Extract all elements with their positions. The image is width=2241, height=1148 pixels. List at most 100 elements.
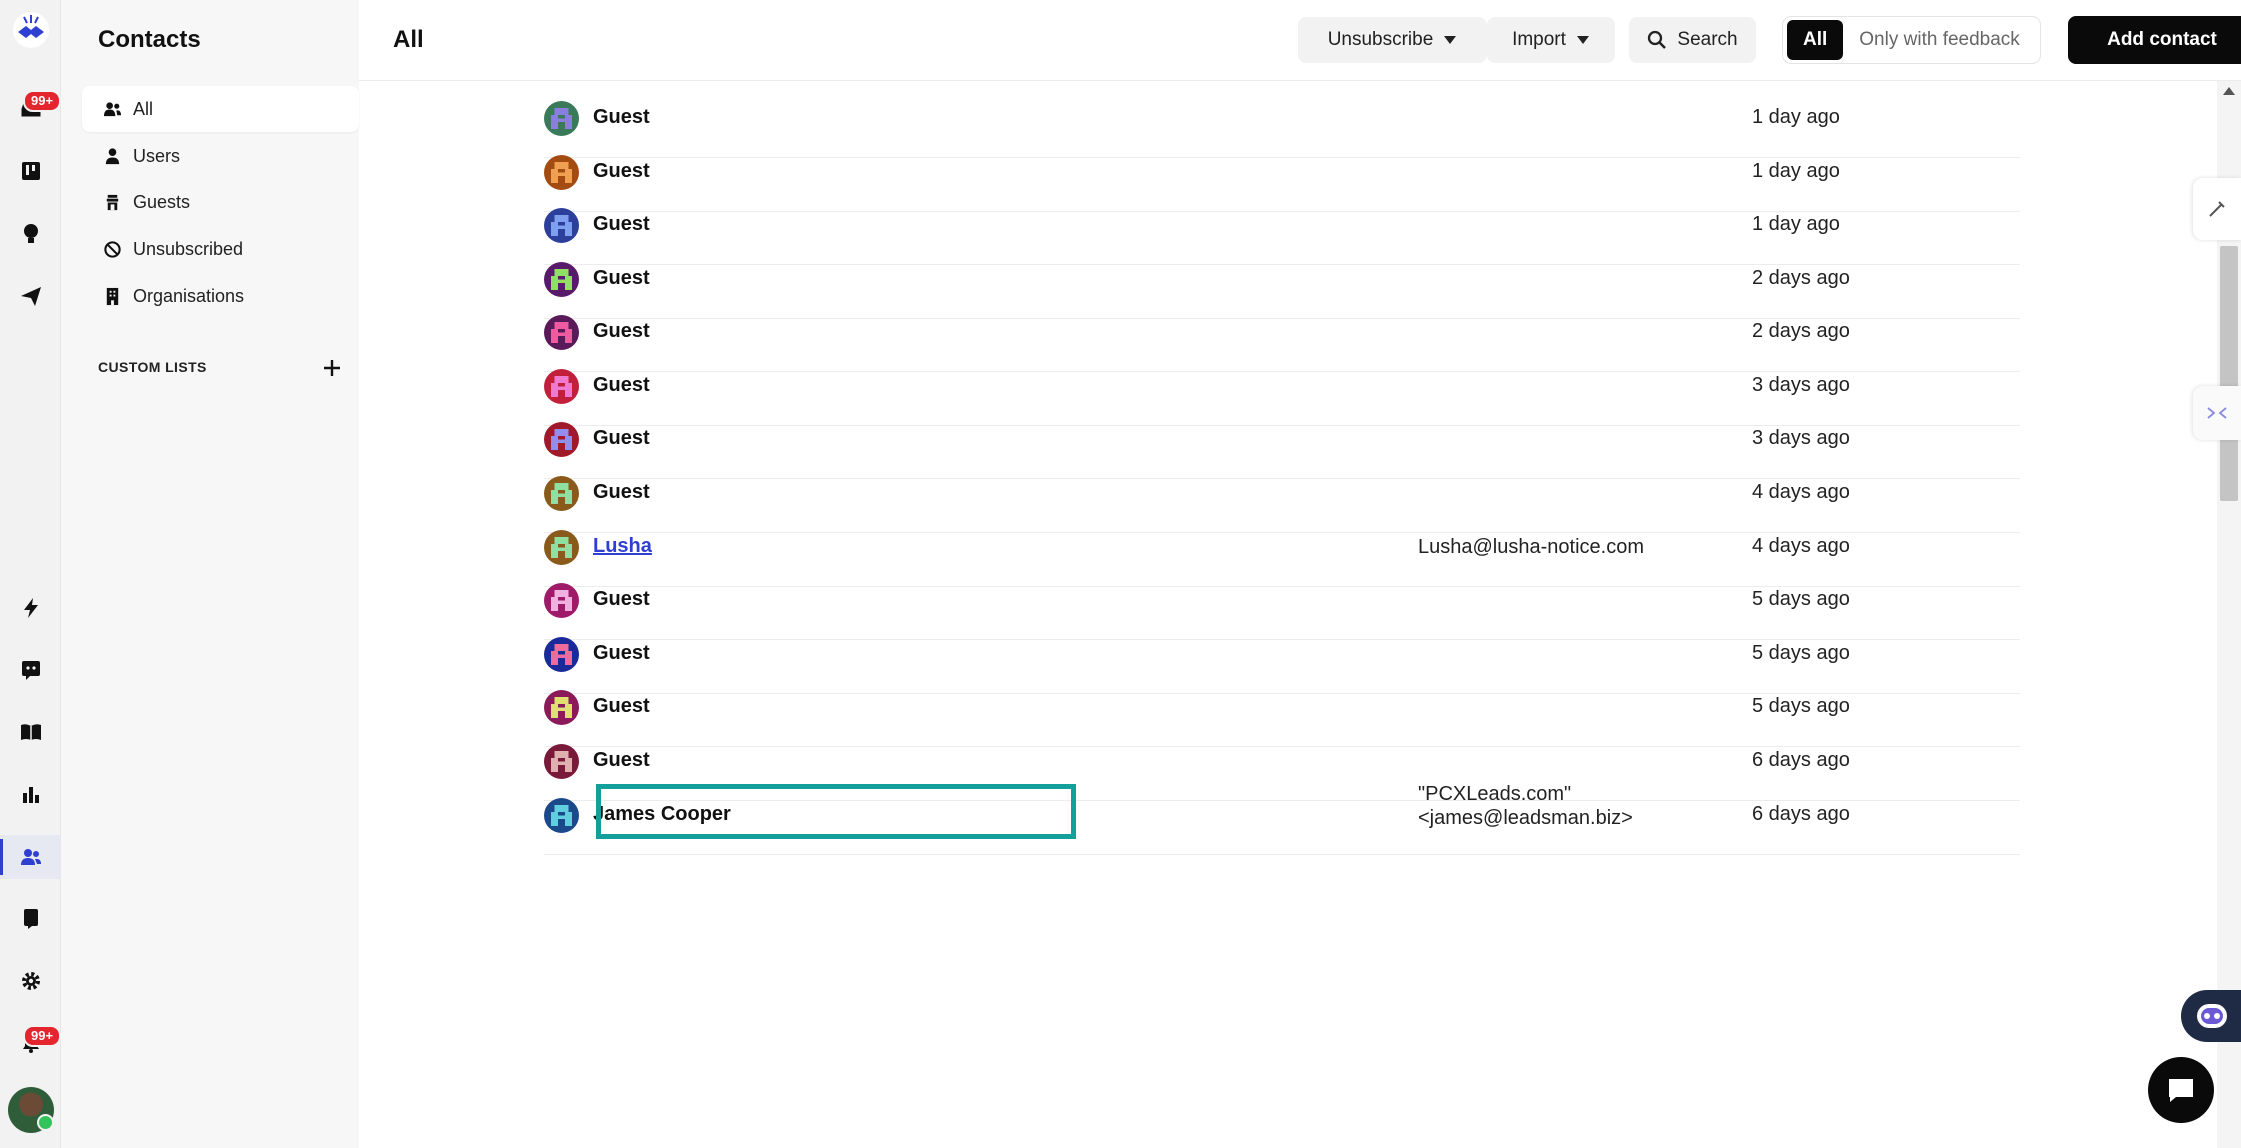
contact-last-seen: 3 days ago	[1752, 374, 1850, 396]
contact-last-seen: 5 days ago	[1752, 695, 1850, 717]
notifications-badge: 99+	[23, 1025, 62, 1047]
contact-name: Guest	[593, 267, 650, 289]
identicon-icon	[544, 744, 579, 779]
contact-avatar	[544, 690, 579, 725]
contact-avatar	[544, 476, 579, 511]
collapse-icon	[2207, 407, 2227, 419]
building-icon	[106, 287, 119, 305]
search-button[interactable]: Search	[1629, 17, 1756, 63]
sidebar-item-label: Users	[133, 145, 181, 166]
custom-lists-heading: CUSTOM LISTS	[98, 359, 207, 375]
chat-icon	[2169, 1079, 2193, 1102]
identicon-icon	[544, 476, 579, 511]
gear-icon[interactable]	[0, 959, 61, 1003]
identicon-icon	[544, 208, 579, 243]
sidebar-item-users[interactable]: Users	[82, 133, 359, 179]
assistant-bot-button[interactable]	[2181, 990, 2241, 1042]
send-icon[interactable]	[0, 274, 61, 318]
unsubscribe-dropdown-button[interactable]: Unsubscribe	[1298, 17, 1487, 63]
chat-bot-icon[interactable]	[0, 648, 61, 692]
contact-avatar	[544, 637, 579, 672]
search-label: Search	[1677, 29, 1738, 50]
contact-last-seen: 4 days ago	[1752, 481, 1850, 503]
import-dropdown-button[interactable]: Import	[1487, 17, 1615, 63]
add-contact-button[interactable]: Add contact	[2068, 16, 2241, 64]
pen-icon	[2209, 201, 2225, 217]
sidebar-item-label: Unsubscribed	[133, 238, 244, 259]
contact-avatar	[544, 262, 579, 297]
contact-name: Guest	[593, 320, 650, 342]
contact-email: "PCXLeads.com" <james@leadsman.biz>	[1418, 783, 1633, 829]
feedback-filter-toggle: All Only with feedback	[1782, 16, 2041, 64]
scroll-thumb[interactable]	[2220, 246, 2238, 501]
contact-last-seen: 1 day ago	[1752, 213, 1840, 235]
contact-last-seen: 1 day ago	[1752, 106, 1840, 128]
chart-icon[interactable]	[0, 772, 61, 816]
page-title: All	[393, 26, 424, 53]
sidebar-item-label: Organisations	[133, 285, 245, 306]
board-icon[interactable]	[0, 149, 61, 193]
sidebar-item-all[interactable]: All	[82, 86, 359, 132]
contact-avatar	[544, 583, 579, 618]
contact-name: Guest	[593, 749, 650, 771]
sidebar-item-unsubscribed[interactable]: Unsubscribed	[82, 226, 359, 272]
plus-icon	[324, 360, 340, 376]
contact-avatar	[544, 798, 579, 833]
identicon-icon	[544, 422, 579, 457]
contact-name-link[interactable]: Lusha	[593, 535, 652, 558]
inbox-badge: 99+	[23, 90, 62, 112]
contact-name: Guest	[593, 213, 650, 235]
caret-down-icon	[1576, 36, 1589, 44]
contact-avatar	[544, 315, 579, 350]
filter-all-button[interactable]: All	[1787, 20, 1844, 60]
contact-last-seen: 2 days ago	[1752, 320, 1850, 342]
sidebar-title: Contacts	[98, 26, 201, 53]
ban-icon	[104, 240, 121, 258]
scroll-up-arrow[interactable]	[2223, 87, 2235, 95]
identicon-icon	[544, 583, 579, 618]
contact-avatar	[544, 155, 579, 190]
contact-last-seen: 5 days ago	[1752, 588, 1850, 610]
contact-name: Guest	[593, 481, 650, 503]
add-custom-list-button[interactable]	[319, 355, 345, 381]
contacts-icon[interactable]	[0, 835, 61, 879]
scrollbar[interactable]	[2217, 81, 2241, 1148]
contact-name: Guest	[593, 588, 650, 610]
bell-icon[interactable]: 99+	[0, 1021, 62, 1065]
contact-name: Guest	[593, 160, 650, 182]
contact-email: Lusha@lusha-notice.com	[1418, 536, 1644, 558]
unsubscribe-label: Unsubscribe	[1327, 29, 1434, 50]
inbox-icon[interactable]: 99+	[0, 86, 62, 130]
contact-avatar	[544, 422, 579, 457]
users-icon	[103, 101, 122, 116]
sidebar-item-organisations[interactable]: Organisations	[82, 273, 359, 319]
side-panel-tab[interactable]	[2193, 178, 2241, 240]
logo-icon[interactable]	[0, 8, 61, 52]
collapse-tab[interactable]	[2193, 386, 2241, 440]
contact-name: Guest	[593, 106, 650, 128]
chat-launcher-button[interactable]	[2148, 1057, 2214, 1123]
contact-last-seen: 3 days ago	[1752, 427, 1850, 449]
identicon-icon	[544, 690, 579, 725]
robot-icon	[2197, 1004, 2227, 1028]
page-header: All Unsubscribe Import Search All Only w…	[359, 0, 2241, 81]
sidebar-item-guests[interactable]: Guests	[82, 179, 359, 225]
identicon-icon	[544, 155, 579, 190]
book-icon[interactable]	[0, 710, 61, 754]
contact-name: Guest	[593, 374, 650, 396]
user-icon	[105, 147, 120, 164]
identicon-icon	[544, 798, 579, 833]
identicon-icon	[544, 637, 579, 672]
contact-name: Guest	[593, 642, 650, 664]
contact-avatar	[544, 369, 579, 404]
contact-avatar	[544, 208, 579, 243]
bolt-icon[interactable]	[0, 586, 61, 630]
contact-avatar	[544, 744, 579, 779]
filter-feedback-button[interactable]: Only with feedback	[1843, 20, 2036, 60]
mobile-icon[interactable]	[0, 897, 61, 941]
user-avatar[interactable]	[8, 1087, 54, 1133]
caret-down-icon	[1444, 36, 1457, 44]
lightbulb-icon[interactable]	[0, 212, 61, 256]
import-label: Import	[1512, 29, 1566, 50]
app-root: 99+ 99+ Contacts All Users Guests Unsubs…	[0, 0, 2241, 1148]
